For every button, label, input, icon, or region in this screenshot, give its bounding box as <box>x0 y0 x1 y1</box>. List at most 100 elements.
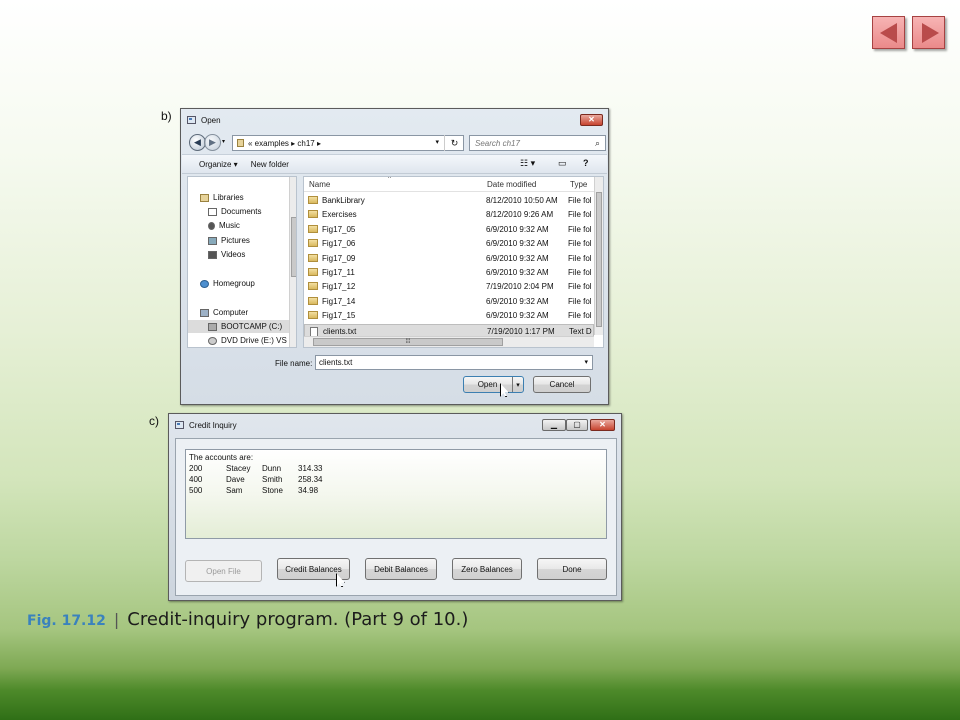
help-icon[interactable]: ? <box>583 158 589 168</box>
minimize-icon: ▁ <box>550 420 558 429</box>
form-client-area: The accounts are: 200 Stacey Dunn 314.33 400… <box>175 438 617 596</box>
file-date: 8/12/2010 10:50 AM <box>486 196 558 205</box>
account-row: 500 Sam Stone 34.98 <box>189 485 603 496</box>
window-title: Credit Inquiry <box>189 420 237 430</box>
minimize-button[interactable]: ▁ <box>542 419 566 431</box>
first-name: Dave <box>226 475 245 484</box>
maximize-icon: ▢ <box>573 420 581 429</box>
window-icon <box>187 116 196 124</box>
refresh-button[interactable]: ↻ <box>444 135 464 151</box>
open-button[interactable]: Open ▾ <box>463 376 524 393</box>
address-bar[interactable]: « examples ▸ ch17 ▸ ▾ <box>232 135 464 151</box>
file-list-hscrollbar[interactable]: ⁞⁞⁞ <box>304 336 594 347</box>
next-slide-button[interactable] <box>912 16 945 49</box>
column-headers: Name ^ Date modified Type <box>304 177 603 192</box>
file-row[interactable]: Fig17_14 6/9/2010 9:32 AM File fol <box>304 295 594 308</box>
done-button[interactable]: Done <box>537 558 607 580</box>
music-icon <box>208 221 215 230</box>
account-row: 400 Dave Smith 258.34 <box>189 474 603 485</box>
new-folder-button[interactable]: New folder <box>251 160 289 169</box>
search-input[interactable]: Search ch17 ⌕ <box>469 135 606 151</box>
drive-icon <box>208 322 217 331</box>
nav-item-music[interactable]: Music <box>208 219 240 232</box>
homegroup-icon <box>200 279 209 288</box>
cancel-button[interactable]: Cancel <box>533 376 591 393</box>
file-type: File fol <box>568 224 592 234</box>
last-name: Smith <box>262 475 283 484</box>
account-row: 200 Stacey Dunn 314.33 <box>189 463 603 474</box>
forward-button[interactable]: ▶ <box>204 134 221 151</box>
file-date: 7/19/2010 2:04 PM <box>486 282 554 292</box>
videos-icon <box>208 250 217 259</box>
column-name[interactable]: Name <box>309 180 330 189</box>
sort-indicator-icon: ^ <box>388 176 391 182</box>
recent-pages-dropdown-icon[interactable]: ▾ <box>222 138 225 145</box>
file-row[interactable]: Fig17_06 6/9/2010 9:32 AM File fol <box>304 237 594 250</box>
column-type[interactable]: Type <box>570 180 587 189</box>
file-date: 7/19/2010 1:17 PM <box>487 326 555 336</box>
nav-item-pictures[interactable]: Pictures <box>208 234 250 247</box>
file-name-input[interactable]: clients.txt ▾ <box>315 355 593 370</box>
view-options-icon[interactable]: ☷ ▾ <box>520 158 535 169</box>
file-name: Fig17_15 <box>322 311 356 321</box>
file-row[interactable]: BankLibrary 8/12/2010 10:50 AM File fol <box>304 194 594 207</box>
file-type: File fol <box>568 268 592 277</box>
folder-icon <box>308 253 318 262</box>
column-date-modified[interactable]: Date modified <box>487 180 536 189</box>
file-name-dropdown-icon[interactable]: ▾ <box>584 358 588 366</box>
nav-item-bootcamp[interactable]: BOOTCAMP (C:) <box>188 320 289 333</box>
file-row[interactable]: Fig17_05 6/9/2010 9:32 AM File fol <box>304 223 594 236</box>
file-name: Fig17_05 <box>322 224 356 234</box>
open-file-dialog: Open ✕ ◀ ▶ ▾ « examples ▸ ch17 ▸ ▾ ↻ Sea… <box>180 108 609 405</box>
nav-item-libraries[interactable]: Libraries <box>200 191 244 204</box>
nav-item-homegroup[interactable]: Homegroup <box>200 277 255 290</box>
file-list-hscrollbar-thumb[interactable]: ⁞⁞⁞ <box>313 338 503 346</box>
folder-icon <box>308 311 318 320</box>
open-file-button[interactable]: Open File <box>185 560 262 582</box>
dialog-titlebar: Open ✕ <box>181 109 608 131</box>
file-name: Fig17_11 <box>322 268 355 277</box>
address-dropdown-icon[interactable]: ▾ <box>435 138 439 146</box>
nav-scrollbar[interactable] <box>289 177 296 347</box>
file-row[interactable]: clients.txt 7/19/2010 1:17 PM Text D <box>304 323 594 337</box>
file-list-scrollbar-thumb[interactable] <box>596 192 602 327</box>
left-arrow-icon <box>880 23 897 43</box>
computer-icon <box>200 308 209 317</box>
window-titlebar: Credit Inquiry ▁ ▢ ✕ <box>169 414 621 436</box>
zero-balances-button[interactable]: Zero Balances <box>452 558 522 580</box>
file-type: File fol <box>568 311 592 321</box>
debit-balances-button[interactable]: Debit Balances <box>365 558 437 580</box>
output-textbox[interactable]: The accounts are: 200 Stacey Dunn 314.33 400… <box>185 449 607 539</box>
balance: 314.33 <box>298 464 323 473</box>
output-header: The accounts are: <box>189 453 254 462</box>
file-list-scrollbar[interactable] <box>594 177 603 335</box>
file-row[interactable]: Fig17_12 7/19/2010 2:04 PM File fol <box>304 280 594 293</box>
nav-item-videos[interactable]: Videos <box>208 248 245 261</box>
address-row: ◀ ▶ ▾ « examples ▸ ch17 ▸ ▾ ↻ Search ch1… <box>185 133 606 153</box>
maximize-button[interactable]: ▢ <box>566 419 588 431</box>
file-name: Fig17_12 <box>322 282 356 292</box>
nav-item-computer[interactable]: Computer <box>200 306 248 319</box>
file-name: Fig17_14 <box>322 296 356 306</box>
documents-icon <box>208 207 217 216</box>
nav-item-documents[interactable]: Documents <box>208 205 261 218</box>
file-row[interactable]: Fig17_15 6/9/2010 9:32 AM File fol <box>304 309 594 322</box>
open-options-dropdown-icon[interactable]: ▾ <box>512 377 523 392</box>
figure-caption: Fig. 17.12 | Credit-inquiry program. (Part… <box>27 609 468 630</box>
preview-pane-icon[interactable]: ▭ <box>558 158 567 169</box>
organize-menu[interactable]: Organize ▾ <box>199 160 238 169</box>
previous-slide-button[interactable] <box>872 16 905 49</box>
file-row[interactable]: Fig17_09 6/9/2010 9:32 AM File fol <box>304 252 594 265</box>
close-button[interactable]: ✕ <box>590 419 615 431</box>
file-row[interactable]: Exercises 8/12/2010 9:26 AM File fol <box>304 208 594 221</box>
close-button[interactable]: ✕ <box>580 114 603 126</box>
window-icon <box>175 421 184 429</box>
file-name-value: clients.txt <box>319 358 353 367</box>
nav-scrollbar-thumb[interactable] <box>291 217 296 277</box>
folder-icon <box>308 268 318 276</box>
nav-item-dvd-drive[interactable]: DVD Drive (E:) VS <box>208 334 287 347</box>
file-row[interactable]: Fig17_11 6/9/2010 9:32 AM File fol <box>304 266 594 279</box>
file-name: Exercises <box>322 210 357 220</box>
file-date: 6/9/2010 9:32 AM <box>486 239 549 249</box>
file-type: File fol <box>568 196 592 205</box>
